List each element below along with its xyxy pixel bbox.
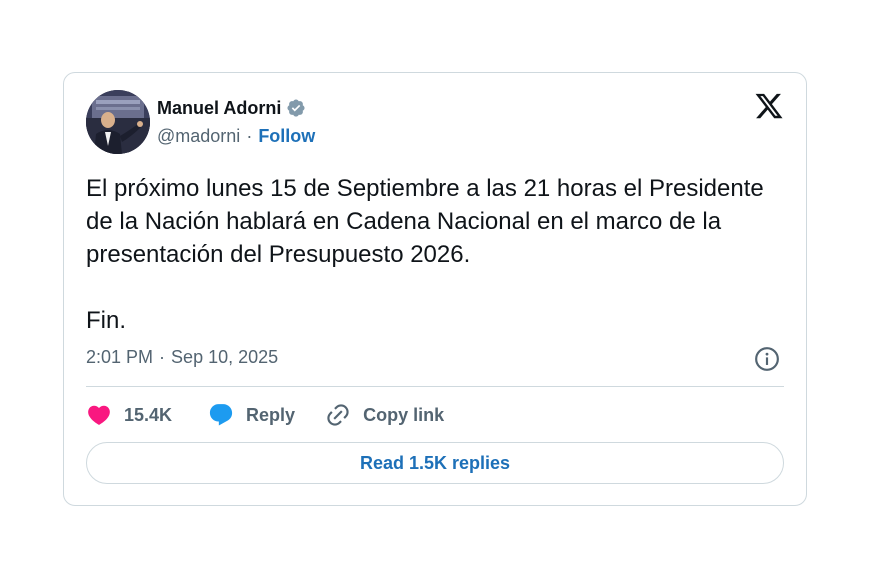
reply-button[interactable]: Reply [208, 402, 295, 428]
follow-button[interactable]: Follow [258, 126, 315, 147]
like-count: 15.4K [124, 404, 173, 425]
avatar-photo [86, 90, 150, 154]
tweet-timestamp[interactable]: 2:01 PM · Sep 10, 2025 [86, 347, 278, 368]
reply-label: Reply [246, 404, 296, 425]
action-bar: 15.4K Reply Copy link [86, 398, 444, 432]
x-logo-icon[interactable] [754, 91, 784, 121]
read-replies-button[interactable]: Read 1.5K replies [86, 442, 784, 484]
heart-icon [88, 405, 110, 425]
speech-bubble-icon [209, 404, 233, 426]
link-icon [327, 404, 349, 426]
author-handle-row: @madorni · Follow [157, 126, 315, 147]
separator-dot: · [246, 126, 253, 146]
copy-link-button[interactable]: Copy link [325, 402, 444, 428]
tweet-time: 2:01 PM [86, 347, 154, 367]
info-icon[interactable] [754, 346, 780, 372]
like-button[interactable]: 15.4K [86, 402, 172, 428]
tweet-date: Sep 10, 2025 [171, 347, 279, 367]
verified-badge-icon [287, 99, 305, 117]
copy-link-label: Copy link [363, 404, 445, 425]
divider [86, 386, 784, 387]
tweet-text: El próximo lunes 15 de Septiembre a las … [86, 175, 764, 334]
author-name-row: Manuel Adorni [157, 97, 306, 119]
author-handle[interactable]: @madorni [157, 126, 240, 147]
tweet-card: Manuel Adorni @madorni · Follow El próxi… [63, 72, 807, 506]
avatar[interactable] [86, 90, 150, 154]
separator-dot: · [159, 347, 166, 367]
author-name[interactable]: Manuel Adorni [157, 98, 281, 119]
